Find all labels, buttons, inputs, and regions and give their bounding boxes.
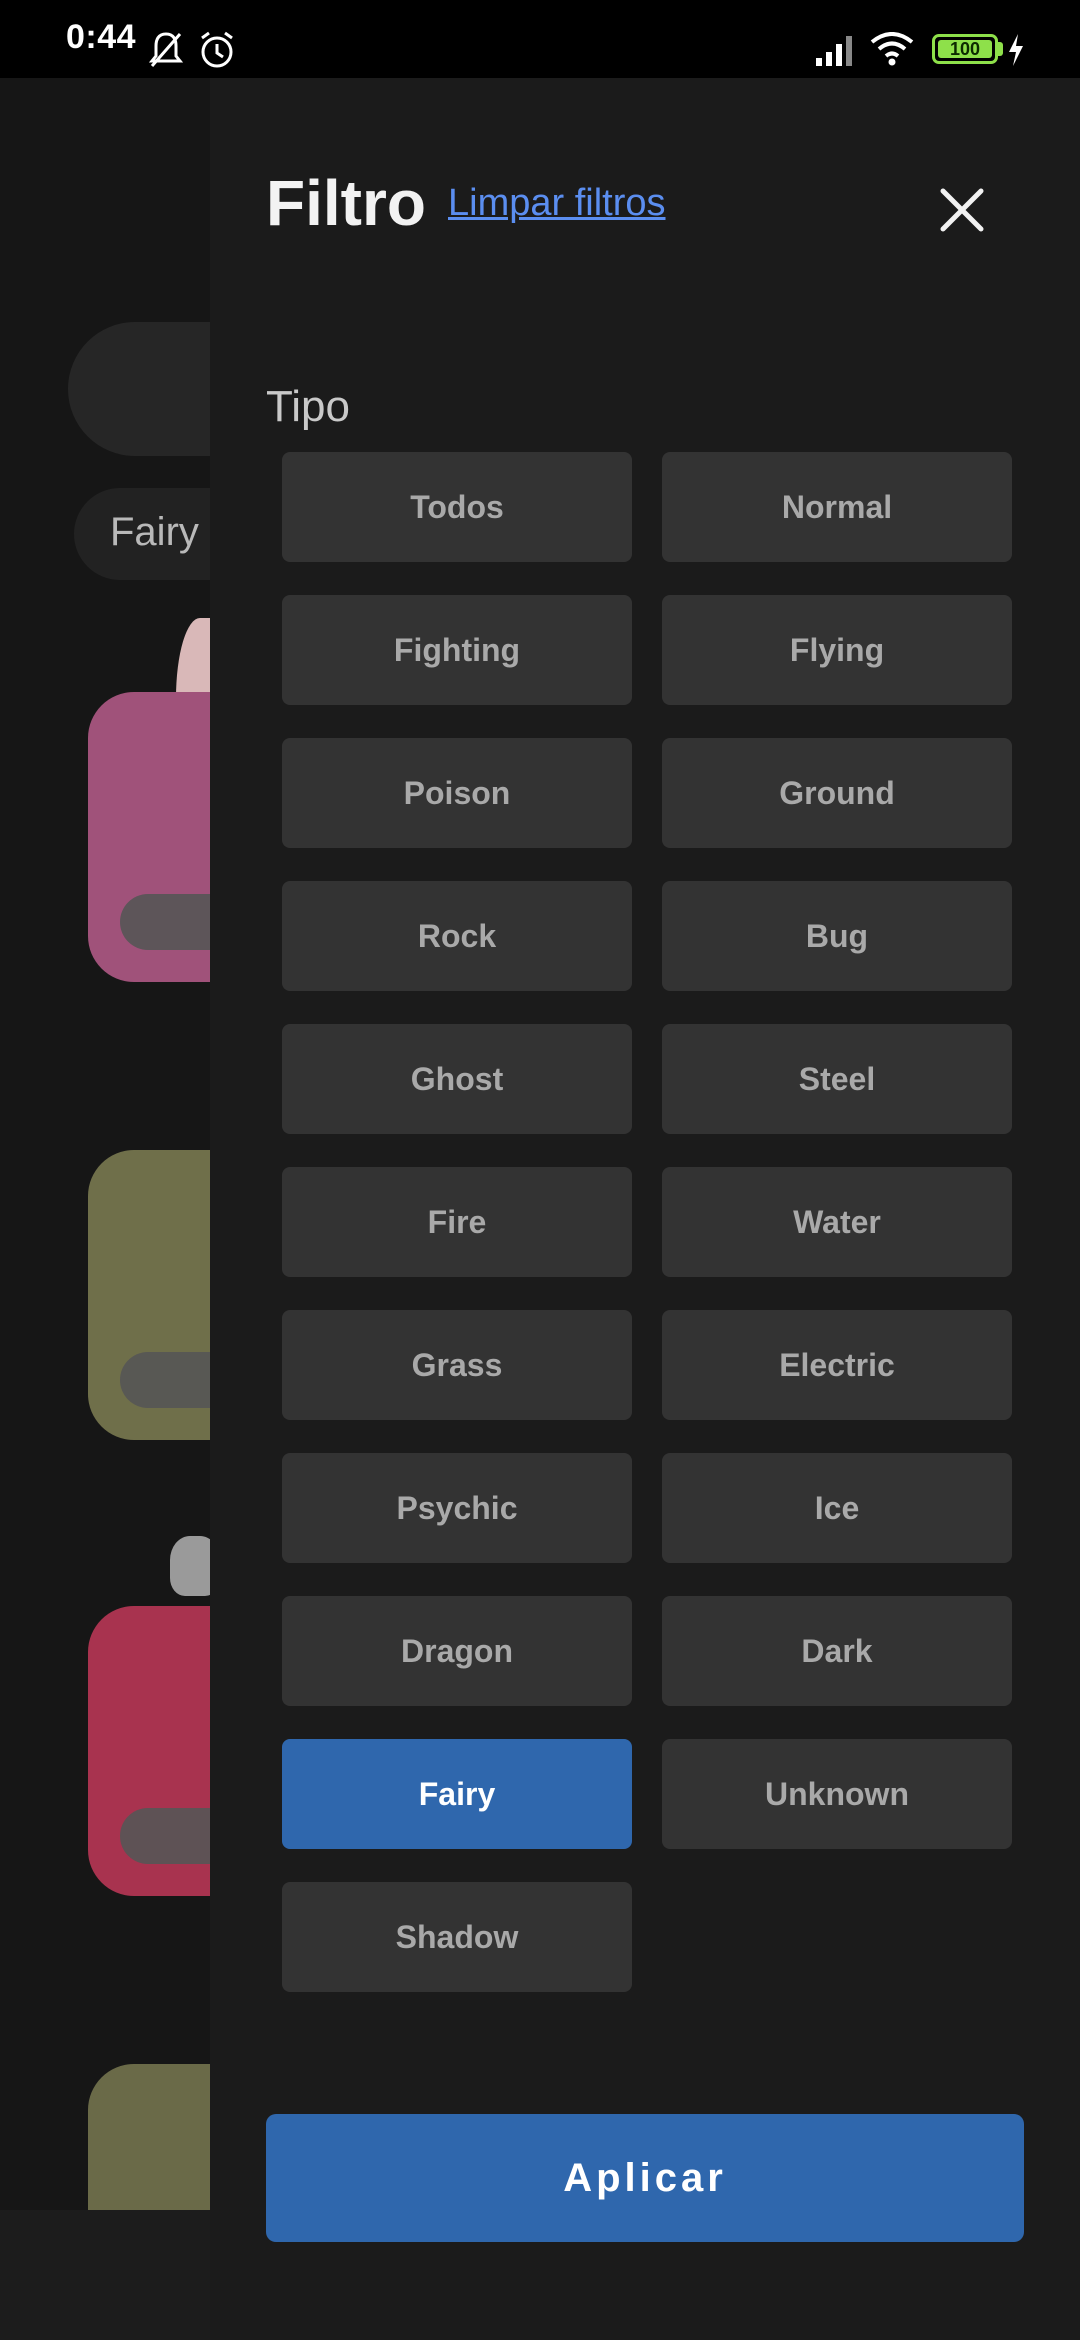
type-button-dark[interactable]: Dark xyxy=(662,1596,1012,1706)
screen: 0:44 100 Fairy Filtro Limpar filtros Tip… xyxy=(0,0,1080,2340)
type-button-steel[interactable]: Steel xyxy=(662,1024,1012,1134)
type-button-todos[interactable]: Todos xyxy=(282,452,632,562)
type-button-electric[interactable]: Electric xyxy=(662,1310,1012,1420)
type-button-fire[interactable]: Fire xyxy=(282,1167,632,1277)
type-button-dragon[interactable]: Dragon xyxy=(282,1596,632,1706)
type-button-ground[interactable]: Ground xyxy=(662,738,1012,848)
active-filter-chip-label: Fairy xyxy=(110,510,199,554)
type-button-shadow[interactable]: Shadow xyxy=(282,1882,632,1992)
type-button-fairy[interactable]: Fairy xyxy=(282,1739,632,1849)
battery-tip xyxy=(998,42,1003,56)
wifi-icon xyxy=(870,32,914,66)
type-button-grass[interactable]: Grass xyxy=(282,1310,632,1420)
status-time: 0:44 xyxy=(66,18,137,56)
type-grid: Todos Normal Fighting Flying Poison Ground Roc… xyxy=(282,452,1012,1992)
type-button-poison[interactable]: Poison xyxy=(282,738,632,848)
type-button-normal[interactable]: Normal xyxy=(662,452,1012,562)
signal-icon xyxy=(816,36,852,66)
battery-level: 100 xyxy=(938,39,992,59)
type-button-water[interactable]: Water xyxy=(662,1167,1012,1277)
type-button-ice[interactable]: Ice xyxy=(662,1453,1012,1563)
drawer-title: Filtro xyxy=(266,167,426,239)
type-button-ghost[interactable]: Ghost xyxy=(282,1024,632,1134)
type-section-label: Tipo xyxy=(266,382,350,431)
apply-button[interactable]: Aplicar xyxy=(266,2114,1024,2242)
type-button-rock[interactable]: Rock xyxy=(282,881,632,991)
type-button-flying[interactable]: Flying xyxy=(662,595,1012,705)
status-bar: 0:44 100 xyxy=(0,0,1080,78)
notifications-off-icon xyxy=(148,32,184,67)
battery-icon: 100 xyxy=(932,34,998,64)
filter-drawer: Filtro Limpar filtros Tipo Todos Normal Fi… xyxy=(210,78,1080,2340)
type-button-fighting[interactable]: Fighting xyxy=(282,595,632,705)
clear-filters-link[interactable]: Limpar filtros xyxy=(448,182,666,225)
charging-icon xyxy=(1009,34,1023,66)
close-icon xyxy=(940,188,984,232)
type-button-psychic[interactable]: Psychic xyxy=(282,1453,632,1563)
type-button-bug[interactable]: Bug xyxy=(662,881,1012,991)
close-button[interactable] xyxy=(926,174,998,246)
type-button-unknown[interactable]: Unknown xyxy=(662,1739,1012,1849)
alarm-icon xyxy=(201,31,233,68)
